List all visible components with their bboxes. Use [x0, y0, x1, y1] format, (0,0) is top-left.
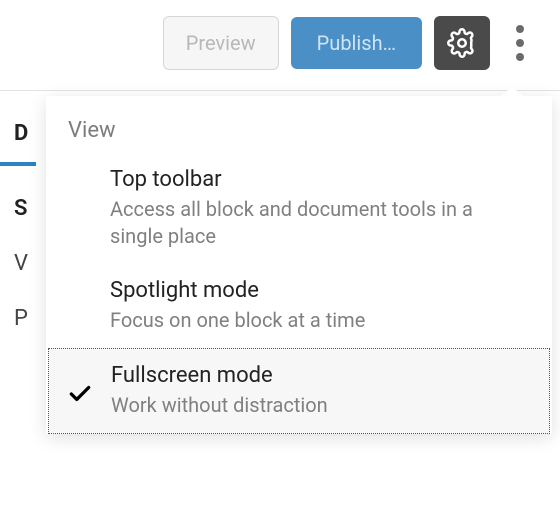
menu-item-description: Access all block and document tools in a…: [110, 196, 530, 250]
check-icon: [67, 381, 93, 407]
sidebar-row: P: [14, 306, 36, 331]
menu-item-title: Fullscreen mode: [111, 363, 527, 388]
menu-item-title: Top toolbar: [110, 167, 530, 192]
settings-button[interactable]: [434, 16, 490, 70]
sidebar-row: V: [14, 251, 36, 276]
preview-button[interactable]: Preview: [163, 16, 279, 70]
menu-item-description: Work without distraction: [111, 392, 527, 419]
sidebar-tab-document[interactable]: D: [0, 113, 36, 166]
publish-button[interactable]: Publish…: [291, 17, 422, 69]
gear-icon: [447, 28, 477, 58]
sidebar-panel: D S V P: [0, 91, 36, 331]
menu-item-fullscreen-mode[interactable]: Fullscreen mode Work without distraction: [48, 348, 550, 434]
sidebar-row: S: [14, 196, 36, 221]
menu-item-description: Focus on one block at a time: [110, 307, 530, 334]
more-vertical-icon: [516, 25, 524, 33]
more-options-button[interactable]: [502, 19, 538, 67]
dropdown-section-label: View: [46, 96, 552, 153]
menu-item-title: Spotlight mode: [110, 278, 530, 303]
menu-item-spotlight-mode[interactable]: Spotlight mode Focus on one block at a t…: [46, 264, 552, 348]
editor-toolbar: Preview Publish…: [0, 0, 560, 91]
options-dropdown: View Top toolbar Access all block and do…: [46, 96, 552, 434]
menu-item-top-toolbar[interactable]: Top toolbar Access all block and documen…: [46, 153, 552, 264]
